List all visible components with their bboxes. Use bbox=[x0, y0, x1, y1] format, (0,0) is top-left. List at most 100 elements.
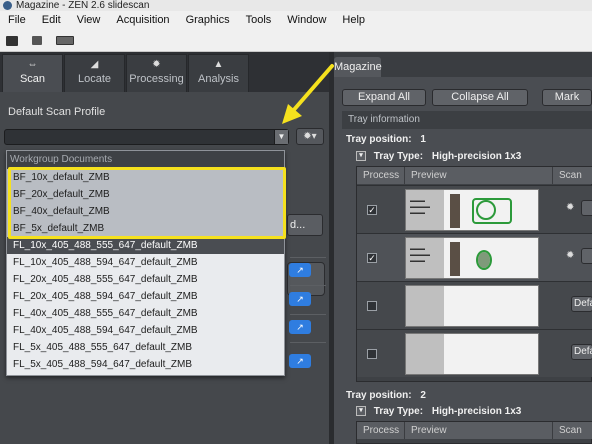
partial-hidden-button[interactable]: d... bbox=[287, 214, 323, 236]
slide-preview[interactable] bbox=[405, 333, 539, 375]
menu-acquisition[interactable]: Acquisition bbox=[108, 11, 177, 30]
dropdown-item[interactable]: BF_5x_default_ZMB bbox=[7, 220, 284, 237]
dropdown-item[interactable]: FL_20x_405_488_594_647_default_ZMB bbox=[7, 288, 284, 305]
menu-file[interactable]: File bbox=[0, 11, 34, 30]
keyboard-icon[interactable] bbox=[56, 36, 74, 45]
column-header-scan[interactable]: Scan bbox=[553, 422, 592, 439]
column-header-scan[interactable]: Scan bbox=[553, 167, 592, 184]
gear-icon[interactable]: ✹ bbox=[566, 202, 574, 213]
divider bbox=[290, 314, 326, 315]
options-button-4[interactable]: ↗ bbox=[289, 354, 311, 368]
collapse-icon[interactable]: ▾ bbox=[356, 406, 366, 417]
tab-analysis-label: Analysis bbox=[198, 73, 239, 85]
options-button-2[interactable]: ↗ bbox=[289, 292, 311, 306]
default-scan-profile-label: Default Scan Profile bbox=[8, 106, 106, 118]
process-checkbox[interactable] bbox=[367, 349, 377, 359]
slide-preview[interactable]: ▬▬▬ ▬▬▬▬ ▬▬▬ bbox=[405, 237, 539, 279]
tray-type-value: High-precision 1x3 bbox=[431, 151, 522, 162]
title-bar: Magazine - ZEN 2.6 slidescan bbox=[0, 0, 592, 11]
table-row[interactable]: ✓ ▬▬▬ ▬▬▬▬ ▬▬▬ ✹ bbox=[357, 233, 592, 281]
column-header-process[interactable]: Process bbox=[357, 167, 405, 184]
slide-dark-strip bbox=[450, 194, 460, 228]
divider bbox=[290, 257, 326, 258]
partial-hidden-button-label: d... bbox=[290, 219, 306, 231]
edit-icon: ↗ bbox=[296, 265, 304, 275]
process-checkbox[interactable] bbox=[367, 301, 377, 311]
tab-magazine[interactable]: Magazine bbox=[334, 57, 382, 77]
menu-view[interactable]: View bbox=[69, 11, 109, 30]
menu-edit[interactable]: Edit bbox=[34, 11, 69, 30]
scan-profile-default-button[interactable]: Defa bbox=[571, 344, 592, 360]
tab-locate-label: Locate bbox=[77, 73, 112, 85]
scan-profile-combobox[interactable]: ▼ bbox=[4, 129, 289, 145]
table-row[interactable]: Defa bbox=[357, 329, 592, 377]
tray-information-header: Tray information bbox=[342, 111, 592, 129]
menu-help[interactable]: Help bbox=[334, 11, 373, 30]
scan-profile-button[interactable] bbox=[581, 248, 592, 264]
dropdown-item[interactable]: FL_40x_405_488_594_647_default_ZMB bbox=[7, 322, 284, 339]
window-title: Magazine - ZEN 2.6 slidescan bbox=[16, 0, 150, 11]
expand-all-button[interactable]: Expand All bbox=[342, 89, 426, 106]
tissue-outline bbox=[476, 250, 492, 270]
dropdown-item[interactable]: FL_10x_405_488_594_647_default_ZMB bbox=[7, 254, 284, 271]
menu-window[interactable]: Window bbox=[279, 11, 334, 30]
profile-settings-button[interactable]: ✹▾ bbox=[296, 128, 324, 145]
divider bbox=[290, 342, 326, 343]
tab-locate[interactable]: ◢ Locate bbox=[64, 54, 125, 92]
scan-profile-default-button[interactable]: Defa bbox=[571, 296, 592, 312]
dropdown-item[interactable]: FL_5x_405_488_555_647_default_ZMB bbox=[7, 339, 284, 356]
tray-position-label: Tray position: bbox=[346, 390, 412, 401]
collapse-all-button[interactable]: Collapse All bbox=[432, 89, 528, 106]
dropdown-item[interactable]: BF_10x_default_ZMB bbox=[7, 169, 284, 186]
dropdown-item[interactable]: FL_20x_405_488_555_647_default_ZMB bbox=[7, 271, 284, 288]
tray-position-2: Tray position: 2 bbox=[346, 390, 426, 401]
menu-graphics[interactable]: Graphics bbox=[178, 11, 238, 30]
save-icon[interactable] bbox=[32, 36, 42, 45]
table-row[interactable]: ✓ ▬▬▬ ▬▬▬▬ ▬▬▬ ✹ bbox=[357, 185, 592, 233]
tray-type-label: Tray Type: bbox=[373, 406, 424, 417]
tray-type-header-1[interactable]: ▾ Tray Type: High-precision 1x3 bbox=[356, 150, 592, 164]
dropdown-item[interactable]: FL_40x_405_488_555_647_default_ZMB bbox=[7, 305, 284, 322]
edit-icon: ↗ bbox=[296, 322, 304, 332]
tab-processing[interactable]: ✹ Processing bbox=[126, 54, 187, 92]
slide-label-text: ▬▬▬ ▬▬▬▬ ▬▬▬ bbox=[410, 198, 430, 216]
toolbar bbox=[0, 30, 592, 52]
tray-position-1: Tray position: 1 bbox=[346, 134, 426, 145]
process-checkbox[interactable]: ✓ bbox=[367, 253, 377, 263]
processing-icon: ✹ bbox=[152, 59, 161, 70]
scan-profile-button[interactable] bbox=[581, 200, 592, 216]
tray-type-header-2[interactable]: ▾ Tray Type: High-precision 1x3 bbox=[356, 405, 592, 419]
menu-bar: File Edit View Acquisition Graphics Tool… bbox=[0, 11, 592, 30]
tissue-outline bbox=[472, 198, 512, 224]
slide-preview[interactable] bbox=[405, 285, 539, 327]
tab-processing-label: Processing bbox=[129, 73, 184, 85]
process-checkbox[interactable]: ✓ bbox=[367, 205, 377, 215]
column-header-preview[interactable]: Preview bbox=[405, 167, 553, 184]
tab-scan[interactable]: ⇔ Scan bbox=[2, 54, 63, 92]
menu-tools[interactable]: Tools bbox=[238, 11, 280, 30]
options-button-1[interactable]: ↗ bbox=[289, 263, 311, 277]
dropdown-item[interactable]: FL_10x_405_488_555_647_default_ZMB bbox=[7, 237, 284, 254]
gear-icon: ✹▾ bbox=[303, 131, 317, 142]
gear-icon[interactable]: ✹ bbox=[566, 250, 574, 261]
scan-profile-dropdown-list: Workgroup Documents BF_10x_default_ZMB B… bbox=[6, 150, 286, 376]
slide-label-text: ▬▬▬ ▬▬▬▬ ▬▬▬ bbox=[410, 246, 430, 264]
dropdown-item[interactable]: BF_40x_default_ZMB bbox=[7, 203, 284, 220]
tray-position-value: 2 bbox=[420, 390, 426, 401]
tab-analysis[interactable]: ▲ Analysis bbox=[188, 54, 249, 92]
table-row[interactable]: Defa bbox=[357, 281, 592, 329]
collapse-icon[interactable]: ▾ bbox=[356, 151, 366, 162]
slide-dark-strip bbox=[450, 242, 460, 276]
slide-preview[interactable]: ▬▬▬ ▬▬▬▬ ▬▬▬ bbox=[405, 189, 539, 231]
options-button-3[interactable]: ↗ bbox=[289, 320, 311, 334]
mark-button[interactable]: Mark bbox=[542, 89, 592, 106]
chevron-down-icon[interactable]: ▼ bbox=[274, 130, 288, 144]
dropdown-item[interactable]: FL_5x_405_488_594_647_default_ZMB bbox=[7, 356, 284, 373]
scan-icon: ⇔ bbox=[27, 59, 38, 70]
dropdown-item[interactable]: BF_20x_default_ZMB bbox=[7, 186, 284, 203]
column-header-preview[interactable]: Preview bbox=[405, 422, 553, 439]
folder-open-icon[interactable] bbox=[6, 35, 18, 46]
column-header-process[interactable]: Process bbox=[357, 422, 405, 439]
magazine-body: Expand All Collapse All Mark Tray inform… bbox=[334, 77, 592, 444]
slide-label-area bbox=[406, 334, 444, 374]
